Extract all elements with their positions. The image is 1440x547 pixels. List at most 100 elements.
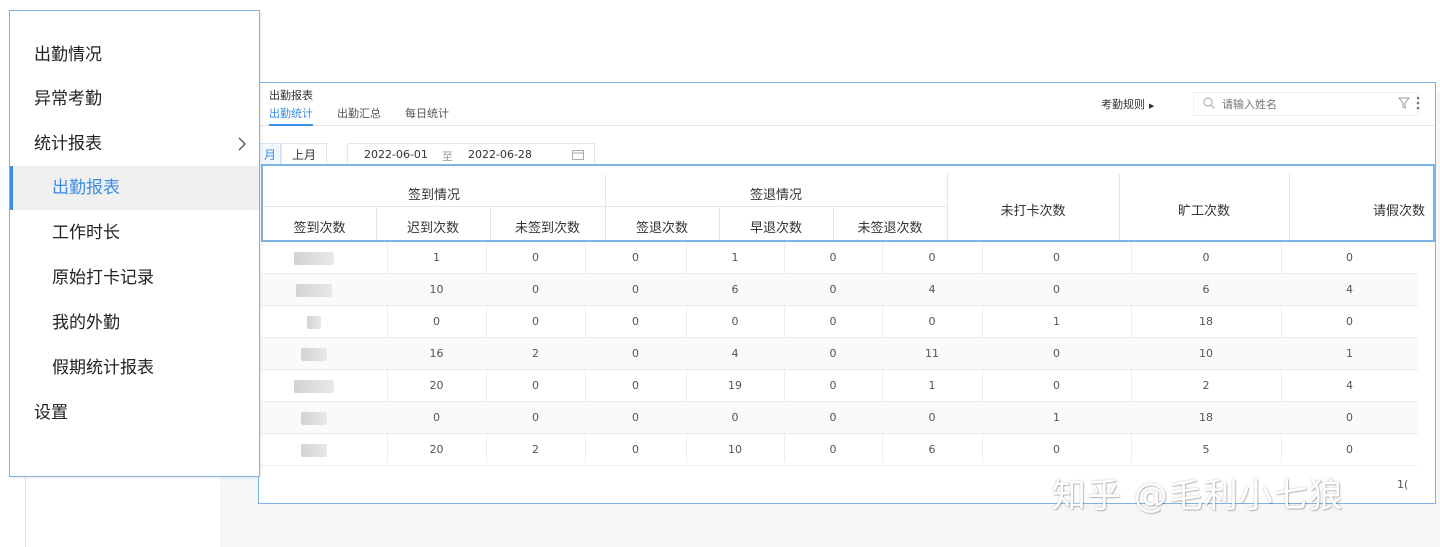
menu-item-field-work[interactable]: 我的外勤	[10, 301, 259, 345]
table-cell: 0	[928, 315, 936, 328]
cell-name	[240, 306, 387, 337]
table-cell: 0	[1053, 379, 1060, 392]
table-cell: 0	[829, 347, 837, 360]
menu-item-leave-report[interactable]: 假期统计报表	[10, 346, 259, 390]
menu-item-punch-records[interactable]: 原始打卡记录	[10, 256, 259, 300]
cell-name	[240, 338, 387, 369]
caret-right-icon: ▶	[1149, 102, 1155, 110]
table-cell: 1	[1053, 315, 1060, 328]
calendar-icon	[572, 150, 584, 160]
more-vertical-icon[interactable]	[1415, 93, 1421, 113]
table-cell: 0	[1202, 251, 1210, 264]
table-cell: 0	[532, 283, 539, 296]
table-row[interactable]: 0 0 0 0 0 0 1 18 0	[240, 402, 1418, 434]
date-separator: 至	[442, 150, 453, 163]
date-from: 2022-06-01	[364, 148, 428, 161]
table-cell: 0	[532, 251, 539, 264]
table-cell: 4	[928, 283, 936, 296]
table-cell: 0	[1346, 251, 1353, 264]
report-tabs: 出勤统计 出勤汇总 每日统计	[269, 105, 473, 126]
table-cell: 0	[731, 315, 739, 328]
menu-item-label: 设置	[34, 403, 68, 423]
tab-attendance-summary[interactable]: 出勤汇总	[337, 105, 381, 126]
table-row[interactable]: 16 2 0 4 0 11 0 10 1	[240, 338, 1418, 370]
col-absent-count[interactable]: 旷工次数	[1119, 200, 1289, 219]
table-cell: 1	[433, 251, 440, 264]
table-body: 1 0 0 1 0 0 0 0 0 10 0 0 6 0 4 0 6 4 0 0 0 0 0 0 1 18 0 16 2 0 4 0 11 0 10…	[240, 242, 1418, 466]
menu-item-label: 出勤情况	[34, 45, 102, 65]
menu-item-abnormal[interactable]: 异常考勤	[10, 77, 259, 121]
table-cell: 2	[532, 347, 539, 360]
blurred-name	[306, 315, 321, 329]
menu-item-settings[interactable]: 设置	[10, 391, 259, 435]
table-cell: 2	[1202, 379, 1210, 392]
col-signout-count[interactable]: 签退次数	[605, 217, 719, 236]
table-cell: 1	[1053, 411, 1060, 424]
attendance-rules-label: 考勤规则	[1101, 98, 1145, 111]
table-cell: 20	[429, 379, 444, 392]
table-cell: 10	[429, 283, 444, 296]
attendance-rules-link[interactable]: 考勤规则 ▶	[1101, 96, 1154, 112]
table-cell: 0	[433, 315, 440, 328]
cell-name	[240, 274, 387, 305]
table-cell: 0	[632, 251, 639, 264]
table-row[interactable]: 10 0 0 6 0 4 0 6 4	[240, 274, 1418, 306]
search-icon	[1203, 97, 1215, 109]
table-cell: 0	[928, 251, 936, 264]
table-cell: 0	[632, 283, 639, 296]
table-cell: 10	[1199, 347, 1213, 360]
table-cell: 4	[1346, 379, 1353, 392]
col-leave-count[interactable]: 请假次数	[1289, 200, 1440, 219]
table-cell: 19	[728, 379, 742, 392]
table-cell: 18	[1199, 411, 1213, 424]
report-title: 出勤报表	[269, 89, 313, 102]
menu-item-attendance[interactable]: 出勤情况	[10, 33, 259, 77]
menu-item-attendance-report[interactable]: 出勤报表	[10, 166, 259, 210]
table-row[interactable]: 0 0 0 0 0 0 1 18 0	[240, 306, 1418, 338]
blurred-name	[300, 411, 327, 425]
table-cell: 1	[928, 379, 936, 392]
menu-item-label: 原始打卡记录	[52, 268, 154, 288]
col-missed-punch-count[interactable]: 未打卡次数	[947, 200, 1119, 219]
blurred-name	[293, 251, 334, 265]
attendance-menu: 出勤情况 异常考勤 统计报表 出勤报表 工作时长 原始打卡记录 我的外勤 假期统…	[9, 10, 260, 477]
col-late-count[interactable]: 迟到次数	[376, 217, 490, 236]
tab-daily-stats[interactable]: 每日统计	[405, 105, 449, 126]
search-input[interactable]	[1220, 95, 1374, 113]
tab-attendance-stats[interactable]: 出勤统计	[269, 105, 313, 126]
menu-item-reports[interactable]: 统计报表	[10, 122, 259, 166]
table-cell: 0	[829, 411, 837, 424]
menu-item-work-hours[interactable]: 工作时长	[10, 211, 259, 255]
col-no-signin-count[interactable]: 未签到次数	[490, 217, 605, 236]
table-row[interactable]: 1 0 0 1 0 0 0 0 0	[240, 242, 1418, 274]
menu-item-label: 假期统计报表	[52, 358, 154, 378]
table-cell: 11	[925, 347, 939, 360]
filter-icon[interactable]	[1398, 97, 1410, 109]
table-cell: 0	[1053, 283, 1060, 296]
table-cell: 0	[1053, 251, 1060, 264]
table-row[interactable]: 20 0 0 19 0 1 0 2 4	[240, 370, 1418, 402]
table-cell: 18	[1199, 315, 1213, 328]
table-header: 签到情况 签退情况 签到次数 迟到次数 未签到次数 签退次数 早退次数 未签退次…	[261, 164, 1435, 242]
cell-name	[240, 402, 387, 433]
col-signin-count[interactable]: 签到次数	[263, 217, 376, 236]
table-cell: 0	[829, 251, 837, 264]
group-signout-header: 签退情况	[749, 188, 802, 203]
footer-value: 1(	[1397, 478, 1409, 491]
menu-item-label: 统计报表	[34, 134, 102, 154]
search-box[interactable]	[1193, 92, 1419, 116]
table-cell: 1	[1346, 347, 1353, 360]
table-cell: 0	[829, 379, 837, 392]
table-cell: 4	[1346, 283, 1353, 296]
table-cell: 0	[632, 379, 639, 392]
table-cell: 0	[632, 347, 639, 360]
cell-name	[240, 242, 387, 273]
table-cell: 4	[731, 347, 739, 360]
menu-item-label: 异常考勤	[34, 89, 102, 109]
table-cell: 0	[1346, 411, 1353, 424]
col-early-leave-count[interactable]: 早退次数	[719, 217, 833, 236]
col-no-signout-count[interactable]: 未签退次数	[833, 217, 947, 236]
menu-item-label: 工作时长	[52, 223, 120, 243]
table-cell: 0	[433, 411, 440, 424]
table-cell: 0	[532, 379, 539, 392]
